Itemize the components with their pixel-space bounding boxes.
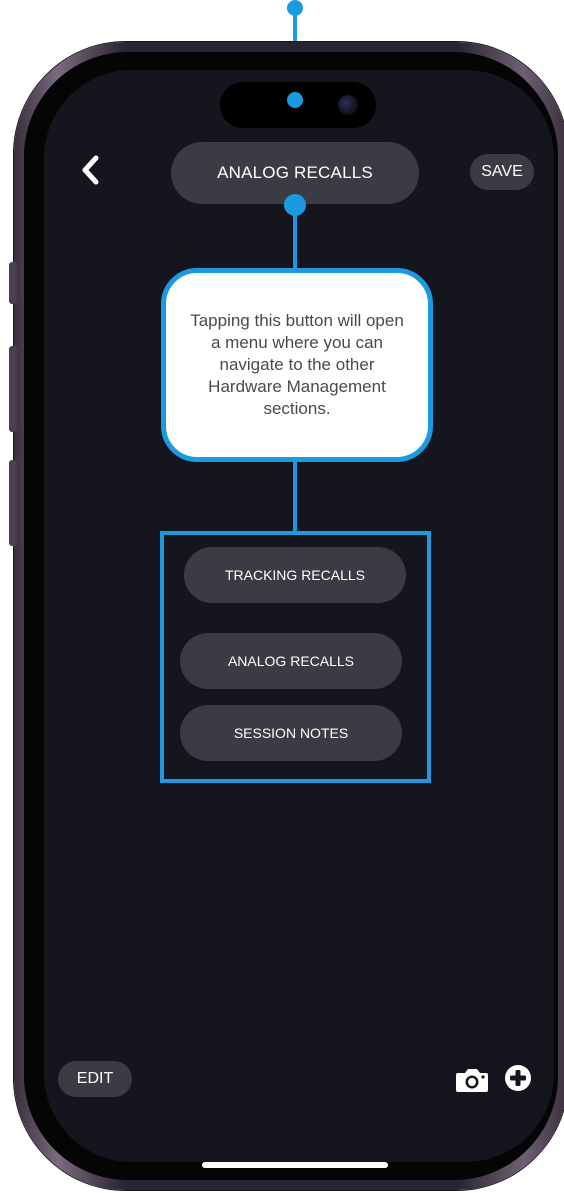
callout-bubble: Tapping this button will open a menu whe…: [161, 268, 433, 462]
section-menu-label: ANALOG RECALLS: [217, 163, 373, 182]
menu-item-analog-recalls[interactable]: ANALOG RECALLS: [180, 633, 402, 689]
back-button[interactable]: [72, 152, 108, 192]
menu-item-label: TRACKING RECALLS: [224, 567, 366, 583]
plus-circle-icon: [504, 1065, 532, 1096]
annotation-top-dot: [287, 0, 303, 16]
save-label: SAVE: [481, 163, 523, 180]
camera-icon: [454, 1069, 490, 1098]
edit-button[interactable]: EDIT: [58, 1061, 132, 1097]
menu-item-label: SESSION NOTES: [233, 725, 349, 741]
add-button[interactable]: [504, 1064, 532, 1092]
annotation-island-dot: [287, 92, 303, 108]
page: ANALOG RECALLS SAVE Tapping this button …: [0, 0, 564, 1193]
phone-side-button-volume-down: [9, 460, 17, 546]
phone-side-button-action: [9, 262, 17, 304]
menu-item-session-notes[interactable]: SESSION NOTES: [180, 705, 402, 761]
front-camera-icon: [338, 95, 358, 115]
chevron-left-icon: [79, 154, 101, 191]
edit-label: EDIT: [76, 1070, 114, 1087]
phone-side-button-volume-up: [9, 346, 17, 432]
annotation-menu-line: [293, 460, 297, 532]
menu-item-tracking-recalls[interactable]: TRACKING RECALLS: [184, 547, 406, 603]
save-button[interactable]: SAVE: [470, 154, 534, 190]
home-indicator[interactable]: [202, 1162, 388, 1168]
callout-text: Tapping this button will open a menu whe…: [190, 311, 404, 418]
camera-button[interactable]: [454, 1066, 490, 1094]
menu-item-label: ANALOG RECALLS: [227, 653, 355, 669]
annotation-pill-line: [293, 210, 297, 272]
